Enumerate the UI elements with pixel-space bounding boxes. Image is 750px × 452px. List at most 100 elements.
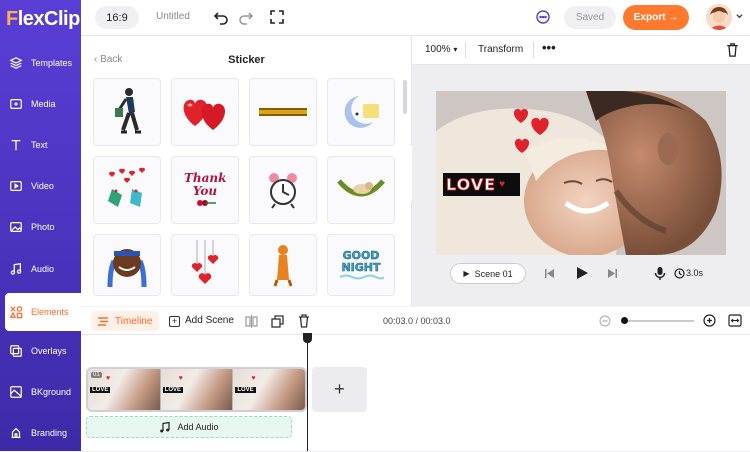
sidebar-item-branding[interactable]: Branding (0, 414, 81, 452)
sticker-panel: Sticker ‹ Back Thank You GOOD NIGHT (81, 36, 412, 306)
trash-icon[interactable] (726, 43, 739, 57)
sidebar-item-text[interactable]: Text (0, 126, 81, 164)
tab-timeline[interactable]: Timeline (91, 311, 159, 331)
back-label: Back (100, 54, 123, 65)
sidebar-item-label: Text (31, 140, 48, 150)
sidebar-item-templates[interactable]: Templates (0, 44, 81, 82)
sticker-orange-figure[interactable] (249, 234, 317, 296)
clip-frame: 01 LOVE ♥ (88, 369, 161, 410)
sidebar-item-photo[interactable]: Photo (0, 208, 81, 246)
zoom-dropdown[interactable]: 100% ▾ (425, 44, 457, 55)
sidebar: FlexClip Templates Media Text Video Phot… (0, 0, 81, 451)
zoom-slider[interactable] (621, 317, 694, 324)
split-icon[interactable] (245, 315, 258, 328)
chevron-down-icon[interactable] (735, 12, 744, 21)
microphone-icon[interactable] (654, 266, 666, 281)
transform-button[interactable]: Transform (478, 44, 523, 55)
text-icon (11, 139, 21, 151)
sticker-walking-person[interactable] (93, 78, 161, 146)
add-scene-tile[interactable]: + (312, 367, 367, 412)
clip-frame: LOVE ♥ (160, 369, 234, 410)
sticker-thank-you[interactable]: Thank You (171, 156, 239, 224)
feedback-icon[interactable] (535, 9, 551, 25)
sticker-athlete[interactable] (93, 234, 161, 296)
add-audio-label: Add Audio (177, 422, 219, 432)
sticker-gold-banner[interactable] (249, 78, 317, 146)
sticker-hanging-hearts[interactable] (171, 234, 239, 296)
video-icon (10, 181, 22, 191)
add-scene-button[interactable]: + Add Scene (169, 315, 234, 327)
duplicate-icon[interactable] (271, 315, 284, 328)
playback-controls: ▶ Scene 01 3.0s (436, 261, 726, 287)
top-bar: 16:9 Untitled Saved Export → (81, 0, 750, 36)
zoom-out-icon[interactable] (599, 315, 611, 327)
playhead-handle[interactable] (303, 333, 312, 343)
saved-status: Saved (564, 6, 616, 29)
music-note-icon (160, 421, 171, 432)
redo-icon[interactable] (238, 9, 254, 25)
clip-frame: LOVE ♥ (233, 369, 305, 410)
fit-timeline-icon[interactable] (728, 314, 742, 327)
timeline-icon (98, 316, 108, 326)
sidebar-item-media[interactable]: Media (0, 85, 81, 123)
scene-label: Scene 01 (474, 268, 513, 279)
more-options-button[interactable]: ••• (542, 40, 556, 55)
timeline-toolbar: Timeline + Add Scene 00:03.0 / 00:03.0 (81, 307, 750, 335)
love-sticker[interactable]: LOVE ♥ (443, 173, 520, 196)
media-icon (10, 99, 22, 109)
play-scene-button[interactable]: ▶ Scene 01 (450, 263, 526, 284)
sticker-red-hearts[interactable] (171, 78, 239, 146)
aspect-ratio-button[interactable]: 16:9 (95, 6, 139, 29)
sticker-alarm-clock[interactable] (249, 156, 317, 224)
sidebar-item-overlays[interactable]: Overlays (0, 332, 81, 370)
background-icon (10, 386, 22, 398)
play-icon[interactable] (576, 266, 589, 280)
preview-toolbar: 100% ▾ Transform ••• (412, 36, 750, 65)
sidebar-item-background[interactable]: BKground (0, 373, 81, 411)
back-button[interactable]: ‹ Back (94, 54, 122, 65)
export-button[interactable]: Export → (623, 5, 689, 30)
timecode: 00:03.0 / 00:03.0 (383, 316, 451, 326)
sticker-good-night[interactable]: GOOD NIGHT (327, 234, 395, 296)
tab-timeline-label: Timeline (115, 315, 153, 327)
chevron-down-icon: ▾ (453, 45, 458, 54)
heart-icon: ♥ (106, 375, 111, 382)
add-scene-label: Add Scene (185, 315, 234, 326)
music-icon (10, 263, 22, 275)
zoom-slider-handle[interactable] (621, 317, 628, 324)
sidebar-item-elements[interactable]: Elements (5, 293, 81, 331)
sidebar-item-label: Templates (31, 58, 73, 68)
avatar[interactable] (706, 4, 732, 30)
sidebar-item-audio[interactable]: Audio (0, 250, 81, 288)
sticker-moon-note[interactable] (327, 78, 395, 146)
heart-icon: ♥ (499, 179, 506, 190)
heart-icon: ♥ (178, 375, 183, 382)
zoom-in-icon[interactable] (703, 314, 716, 327)
clip-love-text: LOVE (235, 387, 256, 393)
previous-icon[interactable] (544, 268, 555, 279)
playhead[interactable] (307, 333, 308, 451)
next-icon[interactable] (607, 268, 618, 279)
panel-title: Sticker (228, 54, 265, 66)
sidebar-item-label: Elements (31, 307, 69, 317)
project-title[interactable]: Untitled (156, 11, 190, 22)
fullscreen-icon[interactable] (269, 9, 285, 25)
overlays-icon (10, 345, 22, 357)
heart-icon: ♥ (251, 375, 256, 382)
undo-icon[interactable] (213, 9, 229, 25)
sticker-hearts-cups[interactable] (93, 156, 161, 224)
sticker-thank-you-text: Thank You (184, 170, 227, 198)
video-canvas[interactable]: LOVE ♥ (436, 91, 726, 255)
sticker-hammock[interactable] (327, 156, 395, 224)
photo-icon (10, 222, 22, 232)
trash-icon[interactable] (298, 314, 310, 328)
love-sticker-text: LOVE (446, 175, 497, 195)
scene-duration[interactable]: 3.0s (686, 268, 703, 278)
add-audio-button[interactable]: Add Audio (86, 416, 292, 438)
branding-icon (11, 427, 21, 438)
divider (533, 42, 534, 58)
panel-scrollbar[interactable] (403, 80, 407, 114)
sidebar-item-video[interactable]: Video (0, 167, 81, 205)
flexclip-logo[interactable]: FlexClip (6, 8, 80, 31)
scene-clip[interactable]: 01 LOVE ♥ LOVE ♥ LOVE ♥ (86, 367, 307, 412)
